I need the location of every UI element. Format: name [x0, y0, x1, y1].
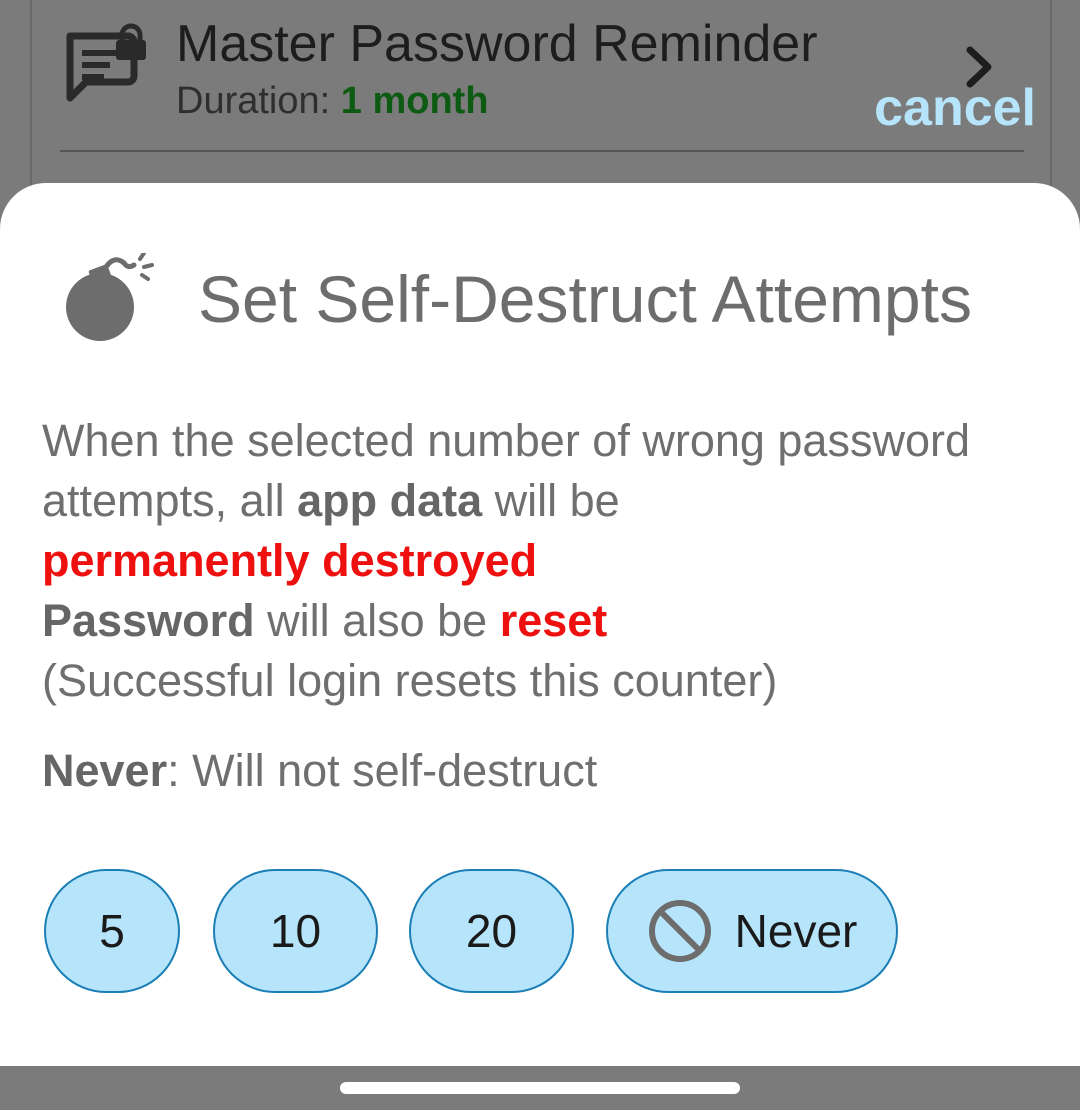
description-line-4: (Successful login resets this counter): [42, 655, 778, 706]
never-explanation: Never: Will not self-destruct: [42, 741, 1002, 801]
option-label: 10: [269, 905, 322, 957]
app-data-emphasis: app data: [297, 475, 483, 526]
password-emphasis: Password: [42, 595, 255, 646]
description-text: will be: [482, 475, 620, 526]
duration-value: 1 month: [340, 80, 489, 122]
cancel-button[interactable]: cancel: [874, 78, 1036, 138]
option-never-button[interactable]: Never: [606, 869, 898, 993]
reset-warning: reset: [499, 595, 608, 646]
option-5-button[interactable]: 5: [44, 869, 180, 993]
home-gesture-handle[interactable]: [340, 1082, 740, 1094]
never-emphasis: Never: [42, 745, 168, 796]
option-20-button[interactable]: 20: [409, 869, 574, 993]
dialog-description: When the selected number of wrong passwo…: [42, 411, 1002, 801]
description-text: : Will not self-destruct: [167, 745, 598, 796]
permanently-destroyed-warning: permanently destroyed: [42, 535, 538, 586]
description-line-1: When the selected number of wrong passwo…: [42, 411, 1002, 531]
row-divider: [60, 150, 1024, 152]
row-title: Master Password Reminder: [176, 15, 818, 73]
option-label: 5: [99, 905, 125, 957]
row-duration: Duration: 1 month: [176, 78, 489, 124]
navigation-bar: [0, 1066, 1080, 1110]
description-line-3: Password will also be reset: [42, 591, 1002, 651]
chat-lock-icon: [66, 23, 146, 102]
no-symbol-icon: [648, 900, 711, 962]
option-label: Never: [734, 905, 858, 957]
option-label: 20: [465, 905, 518, 957]
bomb-icon: [66, 253, 154, 341]
option-10-button[interactable]: 10: [213, 869, 378, 993]
description-text: will also be: [254, 595, 500, 646]
self-destruct-sheet: Set Self-Destruct Attempts When the sele…: [0, 183, 1080, 1067]
duration-label: Duration:: [176, 80, 341, 122]
dialog-title: Set Self-Destruct Attempts: [198, 262, 972, 336]
